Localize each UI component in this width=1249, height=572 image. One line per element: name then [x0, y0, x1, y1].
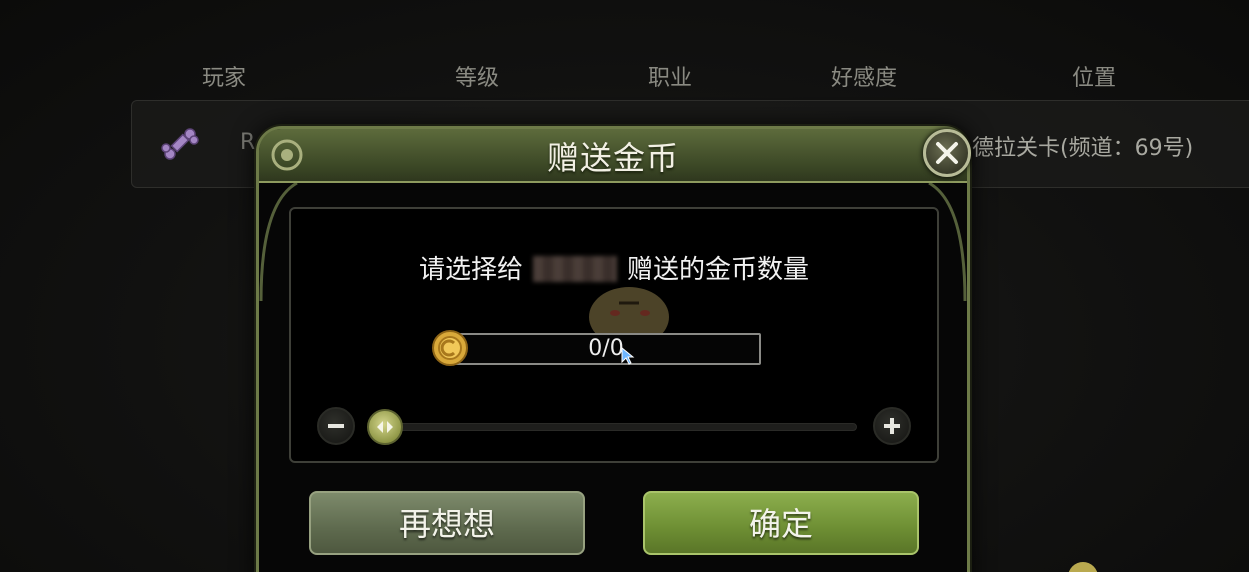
amount-slider-track[interactable]	[369, 423, 857, 431]
header-level: 等级	[455, 66, 500, 91]
amount-value: 0/0	[588, 336, 624, 361]
coin-icon	[1068, 562, 1098, 572]
prompt-prefix: 请选择给	[418, 255, 523, 285]
player-location: 德拉关卡(频道：69号)	[972, 136, 1194, 161]
close-button[interactable]	[923, 129, 971, 177]
amount-field[interactable]: 0/0	[451, 333, 761, 365]
minus-icon	[328, 424, 344, 428]
confirm-button[interactable]: 确定	[643, 491, 919, 555]
player-name: R	[240, 130, 256, 155]
dialog-header: 赠送金币	[259, 129, 967, 183]
dialog-title: 赠送金币	[546, 139, 679, 177]
amount-slider-handle[interactable]	[367, 409, 403, 445]
bone-icon	[161, 128, 199, 160]
plus-icon	[884, 418, 900, 434]
header-location: 位置	[1072, 66, 1117, 91]
header-class: 职业	[648, 66, 693, 91]
close-icon	[936, 142, 958, 164]
gold-coin-icon	[432, 330, 468, 366]
gift-gold-dialog: 赠送金币 请选择给 赠送的金币数量 0/0 再想想 确定	[256, 126, 971, 572]
increase-button[interactable]	[873, 407, 911, 445]
cancel-button[interactable]: 再想想	[309, 491, 585, 555]
mouse-cursor-icon	[621, 347, 635, 365]
decrease-button[interactable]	[317, 407, 355, 445]
arrows-horizontal-icon	[377, 421, 393, 433]
header-favor: 好感度	[831, 66, 898, 91]
amount-panel: 请选择给 赠送的金币数量 0/0	[289, 207, 939, 463]
header-player: 玩家	[202, 66, 247, 91]
